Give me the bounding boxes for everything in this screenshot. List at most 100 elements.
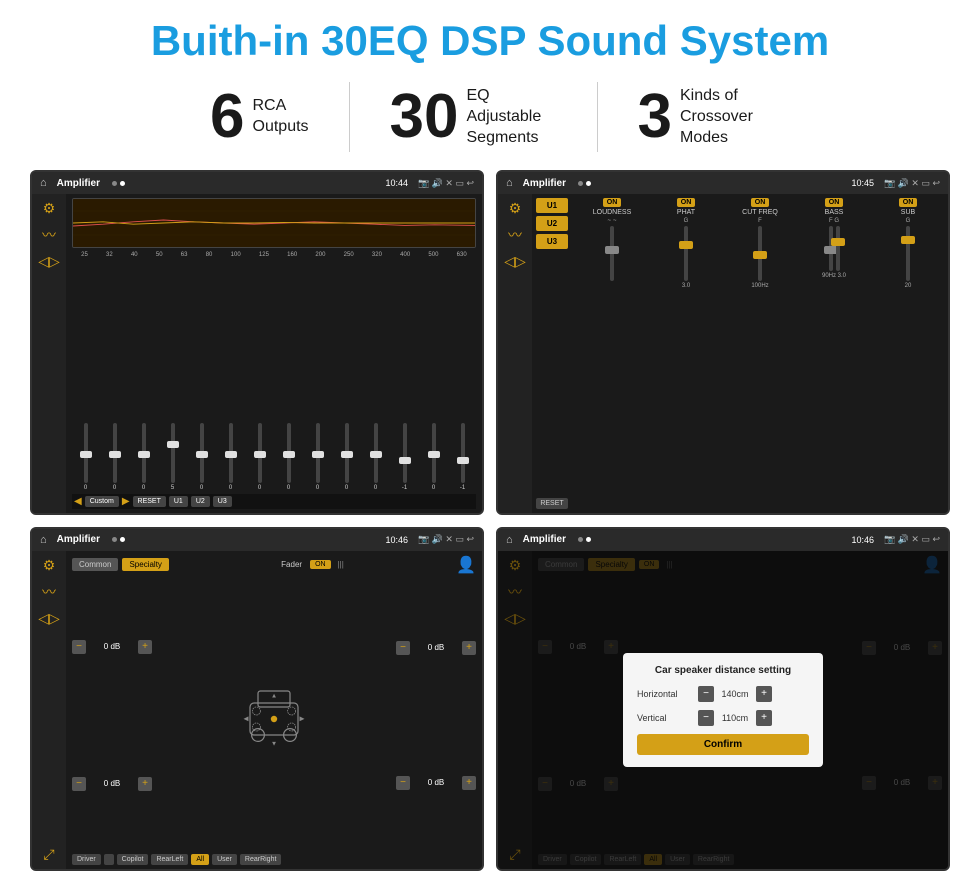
phat-track[interactable] (684, 226, 688, 281)
home-icon-2[interactable]: ⌂ (506, 177, 513, 189)
thumb-12[interactable] (428, 451, 440, 458)
eq-reset-btn[interactable]: RESET (133, 496, 166, 507)
eq-u2-btn[interactable]: U2 (191, 496, 210, 507)
btn-rearright[interactable]: RearRight (240, 854, 282, 865)
expand-icon-3[interactable]: ⤢ (43, 846, 54, 863)
eq-next-btn[interactable]: ▶ (122, 496, 130, 507)
db-minus-bl[interactable]: − (72, 777, 86, 791)
bass-thumb2[interactable] (831, 238, 845, 246)
tab-specialty[interactable]: Specialty (122, 558, 168, 571)
eq-u1-btn[interactable]: U1 (169, 496, 188, 507)
thumb-2[interactable] (138, 451, 150, 458)
thumb-10[interactable] (370, 451, 382, 458)
amp-reset-btn[interactable]: RESET (536, 498, 568, 509)
db-minus-br[interactable]: − (396, 776, 410, 790)
track-10[interactable] (374, 423, 378, 483)
vol-icon-1[interactable]: ◁▷ (38, 253, 60, 270)
eq-custom-btn[interactable]: Custom (85, 496, 119, 507)
btn-user[interactable]: User (212, 854, 237, 865)
thumb-5[interactable] (225, 451, 237, 458)
thumb-0[interactable] (80, 451, 92, 458)
thumb-4[interactable] (196, 451, 208, 458)
db-plus-bl[interactable]: + (138, 777, 152, 791)
sub-thumb[interactable] (901, 236, 915, 244)
phat-on[interactable]: ON (677, 198, 696, 207)
cutfreq-label: CUT FREQ (742, 209, 778, 216)
track-0[interactable] (84, 423, 88, 483)
track-8[interactable] (316, 423, 320, 483)
track-12[interactable] (432, 423, 436, 483)
wave-icon-2[interactable]: 〰 (508, 225, 522, 245)
track-2[interactable] (142, 423, 146, 483)
loudness-thumb[interactable] (605, 246, 619, 254)
thumb-3[interactable] (167, 441, 179, 448)
thumb-13[interactable] (457, 457, 469, 464)
track-9[interactable] (345, 423, 349, 483)
sub-on[interactable]: ON (899, 198, 918, 207)
home-icon-1[interactable]: ⌂ (40, 177, 47, 189)
bass-track1[interactable] (829, 226, 833, 271)
horizontal-plus-btn[interactable]: + (756, 686, 772, 702)
thumb-9[interactable] (341, 451, 353, 458)
db-plus-tl[interactable]: + (138, 640, 152, 654)
home-icon-4[interactable]: ⌂ (506, 534, 513, 546)
loudness-track[interactable] (610, 226, 614, 281)
track-1[interactable] (113, 423, 117, 483)
fader-left-controls: − 0 dB + − 0 dB + (72, 581, 152, 850)
thumb-7[interactable] (283, 451, 295, 458)
loudness-on[interactable]: ON (603, 198, 622, 207)
db-minus-tr[interactable]: − (396, 641, 410, 655)
stat-crossover-number: 3 (638, 86, 672, 148)
track-4[interactable] (200, 423, 204, 483)
preset-u2[interactable]: U2 (536, 216, 568, 231)
wave-icon-1[interactable]: 〰 (42, 225, 56, 245)
home-icon-3[interactable]: ⌂ (40, 534, 47, 546)
tab-common[interactable]: Common (72, 558, 118, 571)
btn-rearleft[interactable]: RearLeft (151, 854, 188, 865)
cutfreq-track[interactable] (758, 226, 762, 281)
dialog-horizontal-stepper: − 140cm + (698, 686, 772, 702)
wave-icon-3[interactable]: 〰 (42, 582, 56, 602)
fader-on-toggle[interactable]: ON (310, 560, 331, 569)
confirm-button[interactable]: Confirm (637, 734, 809, 755)
cutfreq-on[interactable]: ON (751, 198, 770, 207)
db-plus-br[interactable]: + (462, 776, 476, 790)
phat-thumb[interactable] (679, 241, 693, 249)
preset-u3[interactable]: U3 (536, 234, 568, 249)
db-plus-tr[interactable]: + (462, 641, 476, 655)
cutfreq-thumb[interactable] (753, 251, 767, 259)
eq-u3-btn[interactable]: U3 (213, 496, 232, 507)
track-6[interactable] (258, 423, 262, 483)
vol-icon-3[interactable]: ◁▷ (38, 610, 60, 627)
db-minus-tl[interactable]: − (72, 640, 86, 654)
track-11[interactable] (403, 423, 407, 483)
thumb-1[interactable] (109, 451, 121, 458)
eq-icon-2[interactable]: ⚙ (509, 200, 522, 217)
thumb-6[interactable] (254, 451, 266, 458)
eq-sliders: 0 0 0 5 (72, 261, 476, 490)
track-13[interactable] (461, 423, 465, 483)
screen1-body: ⚙ 〰 ◁▷ (32, 194, 482, 512)
horizontal-minus-btn[interactable]: − (698, 686, 714, 702)
bass-track2[interactable] (836, 226, 840, 271)
eq-prev-btn[interactable]: ◀ (74, 496, 82, 507)
bass-on[interactable]: ON (825, 198, 844, 207)
btn-copilot[interactable]: Copilot (117, 854, 149, 865)
track-3[interactable] (171, 423, 175, 483)
vol-icon-2[interactable]: ◁▷ (504, 253, 526, 270)
eq-icon-1[interactable]: ⚙ (43, 200, 56, 217)
vertical-minus-btn[interactable]: − (698, 710, 714, 726)
thumb-8[interactable] (312, 451, 324, 458)
preset-u1[interactable]: U1 (536, 198, 568, 213)
btn-all[interactable]: All (191, 854, 209, 865)
eq-slider-1: 0 (101, 423, 128, 491)
vertical-plus-btn[interactable]: + (756, 710, 772, 726)
eq-slider-9: 0 (333, 423, 360, 491)
thumb-11[interactable] (399, 457, 411, 464)
btn-driver[interactable]: Driver (72, 854, 101, 865)
track-7[interactable] (287, 423, 291, 483)
eq-icon-3[interactable]: ⚙ (43, 557, 56, 574)
sub-track[interactable] (906, 226, 910, 281)
track-5[interactable] (229, 423, 233, 483)
dialog-overlay: Car speaker distance setting Horizontal … (498, 551, 948, 869)
